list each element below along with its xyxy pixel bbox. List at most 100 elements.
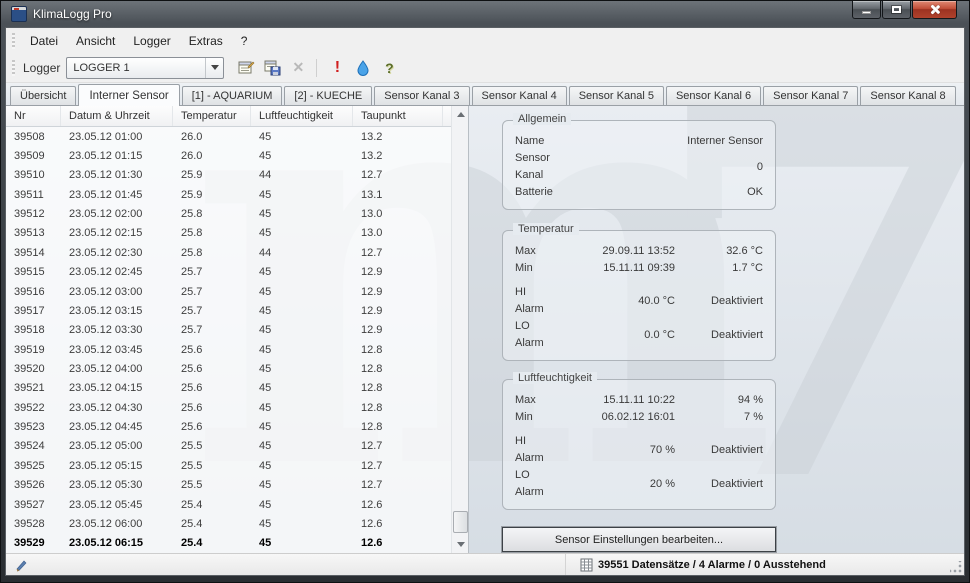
table-row[interactable]: 39509 23.05.12 01:15 26.0 45 13.2	[6, 146, 451, 165]
table-scrollbar[interactable]	[451, 106, 468, 553]
scroll-up-button[interactable]	[452, 106, 469, 123]
sensor-tab[interactable]: Sensor Kanal 5	[569, 86, 664, 105]
export-save-button[interactable]	[260, 56, 284, 80]
scroll-down-button[interactable]	[452, 536, 469, 553]
table-row[interactable]: 39529 23.05.12 06:15 25.4 45 12.6	[6, 534, 451, 553]
table-row[interactable]: 39521 23.05.12 04:15 25.6 45 12.8	[6, 379, 451, 398]
cell-humidity: 45	[251, 286, 353, 298]
cell-datetime: 23.05.12 06:15	[61, 537, 173, 549]
table-row[interactable]: 39525 23.05.12 05:15 25.5 45 12.7	[6, 456, 451, 475]
menu-item[interactable]: Extras	[180, 31, 232, 51]
sensor-tab[interactable]: [1] - AQUARIUM	[182, 86, 283, 105]
table-row[interactable]: 39510 23.05.12 01:30 25.9 44 12.7	[6, 166, 451, 185]
cell-temperature: 25.5	[173, 460, 251, 472]
delete-data-button[interactable]: ✕	[286, 56, 310, 80]
logger-select-arrow[interactable]	[205, 58, 223, 78]
cell-nr: 39510	[6, 169, 61, 181]
menu-item[interactable]: Datei	[21, 31, 67, 51]
humidity-button[interactable]	[351, 56, 375, 80]
column-header-humidity[interactable]: Luftfeuchtigkeit	[251, 106, 353, 126]
help-question-icon: ?	[385, 60, 394, 76]
status-records-section: 39551 Datensätze / 4 Alarme / 0 Ausstehe…	[566, 554, 964, 575]
table-row[interactable]: 39516 23.05.12 03:00 25.7 45 12.9	[6, 282, 451, 301]
sensor-tab[interactable]: Sensor Kanal 4	[472, 86, 567, 105]
chevron-down-icon	[211, 65, 219, 70]
sensor-tab[interactable]: Sensor Kanal 3	[374, 86, 469, 105]
records-status-text: 39551 Datensätze / 4 Alarme / 0 Ausstehe…	[598, 559, 826, 571]
table-row[interactable]: 39526 23.05.12 05:30 25.5 45 12.7	[6, 475, 451, 494]
detail-mid-value: 20 %	[557, 476, 675, 493]
status-bar: 39551 Datensätze / 4 Alarme / 0 Ausstehe…	[6, 553, 964, 575]
table-row[interactable]: 39528 23.05.12 06:00 25.4 45 12.6	[6, 514, 451, 533]
menu-item[interactable]: Logger	[124, 31, 179, 51]
table-row[interactable]: 39512 23.05.12 02:00 25.8 45 13.0	[6, 204, 451, 223]
table-row[interactable]: 39515 23.05.12 02:45 25.7 45 12.9	[6, 263, 451, 282]
table-row[interactable]: 39513 23.05.12 02:15 25.8 45 13.0	[6, 224, 451, 243]
toolbar-separator	[316, 59, 317, 77]
sensor-tab[interactable]: Sensor Kanal 6	[666, 86, 761, 105]
cell-humidity: 45	[251, 305, 353, 317]
close-button[interactable]	[912, 1, 957, 19]
maximize-button[interactable]	[882, 1, 911, 19]
cell-temperature: 25.6	[173, 421, 251, 433]
minimize-button[interactable]	[852, 1, 881, 19]
detail-label: Min	[515, 260, 557, 277]
detail-row: HI Alarm 40.0 °C Deaktiviert	[515, 284, 763, 318]
edit-sensor-settings-button[interactable]: Sensor Einstellungen bearbeiten...	[502, 527, 776, 552]
column-header-datetime[interactable]: Datum & Uhrzeit	[61, 106, 173, 126]
table-row[interactable]: 39518 23.05.12 03:30 25.7 45 12.9	[6, 321, 451, 340]
logger-select[interactable]: LOGGER 1	[66, 57, 224, 79]
detail-label: Sensor Kanal	[515, 150, 557, 184]
menu-item[interactable]: Ansicht	[67, 31, 124, 51]
cell-datetime: 23.05.12 03:00	[61, 286, 173, 298]
title-bar[interactable]: KlimaLogg Pro	[5, 1, 965, 27]
cell-dewpoint: 13.2	[353, 131, 443, 143]
table-row[interactable]: 39514 23.05.12 02:30 25.8 44 12.7	[6, 243, 451, 262]
sensor-properties-button[interactable]	[234, 56, 258, 80]
table-row[interactable]: 39527 23.05.12 05:45 25.4 45 12.6	[6, 495, 451, 514]
help-button[interactable]: ?	[377, 56, 401, 80]
column-header-dewpoint[interactable]: Taupunkt	[353, 106, 443, 126]
cell-datetime: 23.05.12 04:15	[61, 382, 173, 394]
table-body: 39508 23.05.12 01:00 26.0 45 13.2 39509 …	[6, 127, 451, 553]
sensor-tab[interactable]: Interner Sensor	[78, 84, 179, 106]
detail-label: LO Alarm	[515, 318, 557, 352]
scrollbar-thumb[interactable]	[453, 511, 468, 533]
table-row[interactable]: 39519 23.05.12 03:45 25.6 45 12.8	[6, 340, 451, 359]
menu-item[interactable]: ?	[232, 31, 257, 51]
pen-icon	[14, 558, 28, 572]
table-row[interactable]: 39511 23.05.12 01:45 25.9 45 13.1	[6, 185, 451, 204]
cell-dewpoint: 13.0	[353, 208, 443, 220]
sensor-detail-panel: Allgemein Name Interner Sensor Sensor Ka…	[502, 110, 776, 552]
sensor-tab[interactable]: Übersicht	[10, 86, 76, 105]
sensor-tab[interactable]: Sensor Kanal 7	[763, 86, 858, 105]
alarm-exclamation-icon: !	[335, 60, 340, 76]
cell-nr: 39512	[6, 208, 61, 220]
table-row[interactable]: 39520 23.05.12 04:00 25.6 45 12.8	[6, 359, 451, 378]
cell-temperature: 25.9	[173, 189, 251, 201]
cell-dewpoint: 12.7	[353, 247, 443, 259]
sensor-tab[interactable]: [2] - KUECHE	[284, 86, 372, 105]
table-row[interactable]: 39522 23.05.12 04:30 25.6 45 12.8	[6, 398, 451, 417]
table-row[interactable]: 39508 23.05.12 01:00 26.0 45 13.2	[6, 127, 451, 146]
column-header-temperature[interactable]: Temperatur	[173, 106, 251, 126]
cell-nr: 39508	[6, 131, 61, 143]
alarm-events-button[interactable]: !	[325, 56, 349, 80]
delete-icon: ✕	[293, 59, 305, 76]
cell-humidity: 45	[251, 131, 353, 143]
column-header-nr[interactable]: Nr	[6, 106, 61, 126]
sensor-tab[interactable]: Sensor Kanal 8	[860, 86, 955, 105]
cell-dewpoint: 12.7	[353, 479, 443, 491]
cell-dewpoint: 12.8	[353, 382, 443, 394]
cell-humidity: 45	[251, 324, 353, 336]
table-row[interactable]: 39517 23.05.12 03:15 25.7 45 12.9	[6, 301, 451, 320]
minimize-icon	[862, 11, 871, 14]
table-row[interactable]: 39523 23.05.12 04:45 25.6 45 12.8	[6, 417, 451, 436]
cell-humidity: 45	[251, 189, 353, 201]
detail-label: Batterie	[515, 184, 557, 201]
detail-value: 0	[675, 159, 763, 176]
cell-temperature: 25.8	[173, 227, 251, 239]
cell-datetime: 23.05.12 02:00	[61, 208, 173, 220]
table-row[interactable]: 39524 23.05.12 05:00 25.5 45 12.7	[6, 437, 451, 456]
resize-grip[interactable]	[950, 561, 962, 573]
